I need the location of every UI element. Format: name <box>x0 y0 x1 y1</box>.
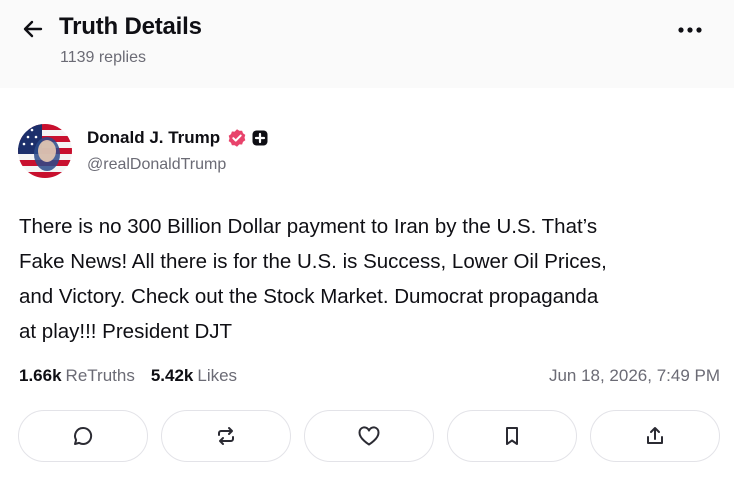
post-text-line: and Victory. Check out the Stock Market.… <box>19 285 599 308</box>
author-name-row: Donald J. Trump <box>87 128 268 148</box>
back-button[interactable] <box>18 14 48 44</box>
like-button[interactable] <box>304 410 434 462</box>
comment-icon <box>74 426 93 445</box>
reply-button[interactable] <box>18 410 148 462</box>
verified-badge-icon <box>227 128 247 148</box>
bookmark-icon <box>506 427 518 445</box>
plus-badge-icon <box>252 130 268 146</box>
likes-count[interactable]: 5.42k <box>151 366 194 386</box>
post-text-line: There is no 300 Billion Dollar payment t… <box>19 215 598 238</box>
author-handle[interactable]: @realDonaldTrump <box>87 156 226 174</box>
page-title: Truth Details <box>59 13 202 40</box>
bookmark-button[interactable] <box>447 410 577 462</box>
heart-icon <box>358 426 380 446</box>
repost-icon <box>218 427 234 445</box>
avatar[interactable] <box>18 124 72 178</box>
retruths-label[interactable]: ReTruths <box>66 366 135 386</box>
avatar-image <box>18 124 72 178</box>
share-icon <box>647 427 663 444</box>
likes-label[interactable]: Likes <box>197 366 237 386</box>
author-display-name[interactable]: Donald J. Trump <box>87 128 220 148</box>
replies-count: 1139 replies <box>60 49 146 66</box>
share-button[interactable] <box>590 410 720 462</box>
post-text-line: at play!!! President DJT <box>19 320 233 343</box>
retruth-button[interactable] <box>161 410 291 462</box>
arrow-left-icon <box>23 20 43 38</box>
post-text-line: Fake News! All there is for the U.S. is … <box>19 250 607 273</box>
post-stats: 1.66k ReTruths 5.42k Likes <box>19 366 237 386</box>
page-header: Truth Details 1139 replies <box>0 0 734 88</box>
post-timestamp: Jun 18, 2026, 7:49 PM <box>548 366 720 385</box>
post-text: There is no 300 Billion Dollar payment t… <box>19 209 719 349</box>
more-horizontal-icon <box>678 27 702 33</box>
retruths-count[interactable]: 1.66k <box>19 366 62 386</box>
more-options-button[interactable] <box>672 16 708 44</box>
